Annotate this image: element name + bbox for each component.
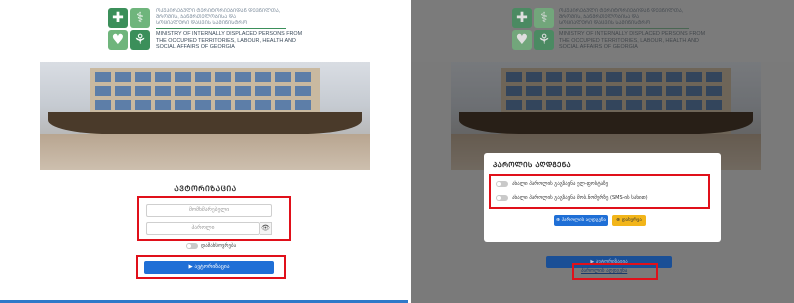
ministry-logo: ✚ ⚕ ♥ ⚘ xyxy=(512,8,556,52)
cross-icon: ✚ xyxy=(112,10,124,26)
ministry-name: ᲝᲙᲣᲞᲘᲠᲔᲑᲣᲚᲘ ᲢᲔᲠᲘᲢᲝᲠᲘᲔᲑᲘᲓᲐᲜ ᲓᲔᲕᲜᲘᲚᲗᲐ, ᲨᲠᲝ… xyxy=(559,8,706,51)
recover-password-button[interactable]: ⊕ პაროლის აღდგენა xyxy=(554,215,608,226)
login-button[interactable]: ▶ ავტორიზაცია xyxy=(144,261,274,274)
password-input[interactable]: პაროლი xyxy=(146,222,260,235)
close-button[interactable]: ⊗ დახურვა xyxy=(612,215,646,226)
ministry-header: ✚ ⚕ ♥ ⚘ ᲝᲙᲣᲞᲘᲠᲔᲑᲣᲚᲘ ᲢᲔᲠᲘᲢᲝᲠᲘᲔᲑᲘᲓᲐᲜ ᲓᲔᲕᲜᲘ… xyxy=(0,0,411,62)
caduceus-icon: ⚕ xyxy=(540,10,548,26)
forgot-password-link[interactable]: პაროლის აღდგენა xyxy=(581,268,627,274)
ministry-name: ᲝᲙᲣᲞᲘᲠᲔᲑᲣᲚᲘ ᲢᲔᲠᲘᲢᲝᲠᲘᲔᲑᲘᲓᲐᲜ ᲓᲔᲕᲜᲘᲚᲗᲐ, ᲨᲠᲝ… xyxy=(156,8,303,51)
ministry-logo: ✚ ⚕ ♥ ⚘ xyxy=(108,8,152,52)
recovery-options-highlight xyxy=(489,174,710,209)
password-recovery-modal: ᲞᲐᲠᲝᲚᲘᲡ ᲐᲦᲓᲒᲔᲜᲐ ახალი პაროლის გაგზავნა ე… xyxy=(484,153,721,242)
caduceus-icon: ⚕ xyxy=(136,10,144,26)
screenshot-composite: ✚ ⚕ ♥ ⚘ ᲝᲙᲣᲞᲘᲠᲔᲑᲣᲚᲘ ᲢᲔᲠᲘᲢᲝᲠᲘᲔᲑᲘᲓᲐᲜ ᲓᲔᲕᲜᲘ… xyxy=(0,0,794,303)
heart-icon: ♥ xyxy=(515,32,529,48)
remember-toggle[interactable] xyxy=(186,243,198,249)
auth-title: ᲐᲕᲢᲝᲠᲘᲖᲐᲪᲘᲐ xyxy=(174,184,237,193)
family-icon: ⚘ xyxy=(537,32,551,48)
modal-title: ᲞᲐᲠᲝᲚᲘᲡ ᲐᲦᲓᲒᲔᲜᲐ xyxy=(493,161,571,169)
login-page: ✚ ⚕ ♥ ⚘ ᲝᲙᲣᲞᲘᲠᲔᲑᲣᲚᲘ ᲢᲔᲠᲘᲢᲝᲠᲘᲔᲑᲘᲓᲐᲜ ᲓᲔᲕᲜᲘ… xyxy=(0,0,411,303)
sms-option-label: ახალი პაროლის გაგზავნა მობ.ნომერზე (SMS-… xyxy=(512,195,648,201)
ministry-header-dimmed: ✚ ⚕ ♥ ⚘ ᲝᲙᲣᲞᲘᲠᲔᲑᲣᲚᲘ ᲢᲔᲠᲘᲢᲝᲠᲘᲔᲑᲘᲓᲐᲜ ᲓᲔᲕᲜᲘ… xyxy=(411,0,794,62)
cross-icon: ✚ xyxy=(516,10,528,26)
heart-icon: ♥ xyxy=(111,32,125,48)
sms-option-toggle[interactable] xyxy=(496,195,508,201)
remember-label: დამახსოვრება xyxy=(201,243,237,249)
email-option-toggle[interactable] xyxy=(496,181,508,187)
email-option-label: ახალი პაროლის გაგზავნა ელ-ფოსტაზე xyxy=(512,181,609,187)
family-icon: ⚘ xyxy=(133,32,147,48)
password-recovery-page: ✚ ⚕ ♥ ⚘ ᲝᲙᲣᲞᲘᲠᲔᲑᲣᲚᲘ ᲢᲔᲠᲘᲢᲝᲠᲘᲔᲑᲘᲓᲐᲜ ᲓᲔᲕᲜᲘ… xyxy=(411,0,794,303)
username-input[interactable]: მომხმარებელი xyxy=(146,204,272,217)
show-password-icon[interactable]: 👁 xyxy=(260,222,272,235)
ministry-building-photo xyxy=(40,62,370,170)
